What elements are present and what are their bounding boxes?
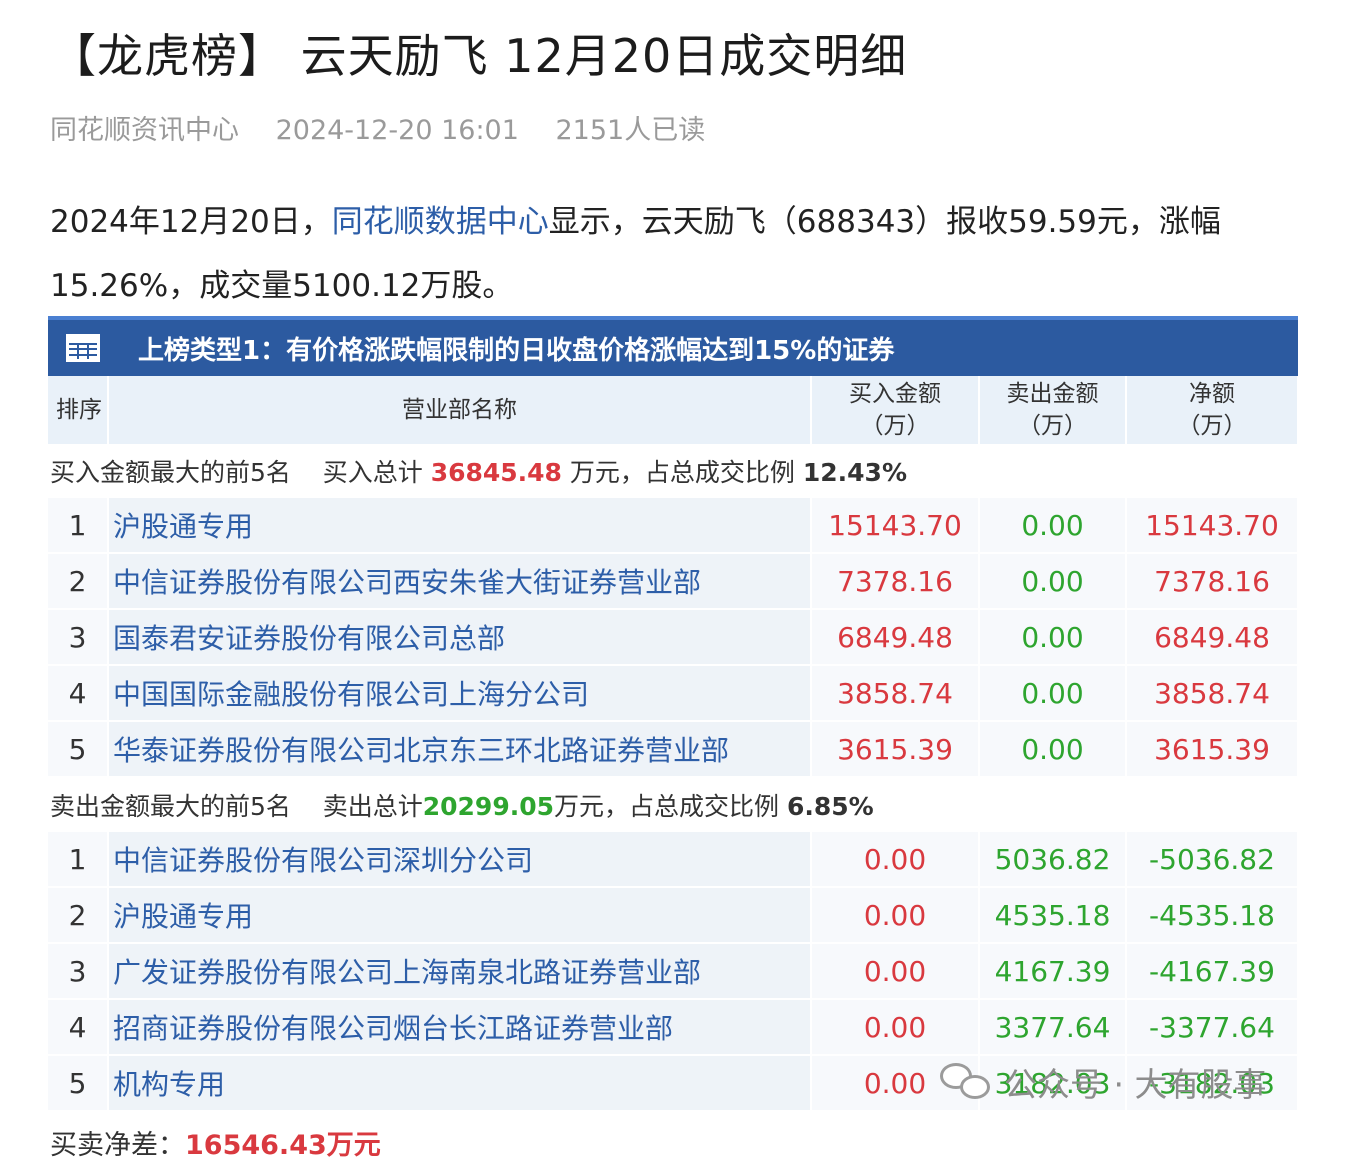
header-rank: 排序: [48, 376, 109, 444]
broker-name-link[interactable]: 华泰证券股份有限公司北京东三环北路证券营业部: [108, 721, 812, 778]
row-rank: 5: [48, 1055, 109, 1112]
sell-amount: 4167.39: [979, 943, 1127, 1000]
net-amount: -5036.82: [1126, 832, 1299, 888]
sell-amount: 0.00: [979, 721, 1127, 778]
buy-ratio: 12.43%: [802, 458, 908, 487]
sell-amount: 4535.18: [979, 887, 1127, 944]
buy-total-unit: 万元，占总成交比例: [569, 458, 795, 487]
table-row: 2 沪股通专用 0.00 4535.18 -4535.18: [48, 887, 1299, 944]
buy-amount: 0.00: [811, 943, 980, 1000]
table-banner: 上榜类型1：有价格涨跌幅限制的日收盘价格涨幅达到15%的证券: [48, 316, 1298, 376]
table-row: 1 中信证券股份有限公司深圳分公司 0.00 5036.82 -5036.82: [48, 832, 1299, 888]
article-summary: 2024年12月20日，同花顺数据中心显示，云天励飞（688343）报收59.5…: [50, 190, 1280, 318]
row-rank: 5: [48, 721, 109, 778]
buy-amount: 0.00: [811, 999, 980, 1056]
net-diff-value: 16546.43万元: [185, 1129, 381, 1161]
sell-total-value: 20299.05: [422, 792, 554, 821]
broker-name-link[interactable]: 沪股通专用: [108, 887, 812, 944]
sell-total-unit: 万元，占总成交比例: [554, 792, 780, 821]
sell-amount: 0.00: [979, 609, 1127, 666]
table-row: 4 招商证券股份有限公司烟台长江路证券营业部 0.00 3377.64 -3377.64: [48, 999, 1299, 1056]
article-source[interactable]: 同花顺资讯中心: [50, 115, 239, 146]
sell-amount: 0.00: [979, 498, 1127, 554]
buy-amount: 3615.39: [811, 721, 980, 778]
dragon-tiger-table: 上榜类型1：有价格涨跌幅限制的日收盘价格涨幅达到15%的证券 排序 营业部名称 …: [48, 316, 1299, 1172]
header-buy: 买入金额 （万）: [811, 376, 980, 444]
table-row: 3 广发证券股份有限公司上海南泉北路证券营业部 0.00 4167.39 -4167.3…: [48, 943, 1299, 1000]
buy-total-label: 买入总计: [322, 458, 423, 487]
table-row: 2 中信证券股份有限公司西安朱雀大街证券营业部 7378.16 0.00 7378.16: [48, 553, 1299, 610]
table-row: 3 国泰君安证券股份有限公司总部 6849.48 0.00 6849.48: [48, 609, 1299, 666]
net-diff-label: 买卖净差：: [50, 1129, 185, 1161]
row-rank: 3: [48, 609, 109, 666]
table-row: 1 沪股通专用 15143.70 0.00 15143.70: [48, 498, 1299, 554]
table-header-row: 排序 营业部名称 买入金额 （万） 卖出金额 （万） 净额 （万）: [48, 376, 1299, 444]
buy-amount: 0.00: [811, 832, 980, 888]
summary-text-1: 2024年12月20日，: [50, 204, 332, 240]
row-rank: 2: [48, 553, 109, 610]
sell-amount: 0.00: [979, 553, 1127, 610]
sell-amount: 5036.82: [979, 832, 1127, 888]
wechat-watermark: 公众号 · 大有股事: [940, 1058, 1266, 1106]
buy-amount: 15143.70: [811, 498, 980, 554]
sell-amount: 3377.64: [979, 999, 1127, 1056]
net-amount: 3615.39: [1126, 721, 1299, 778]
net-amount: -4535.18: [1126, 887, 1299, 944]
buy-amount: 0.00: [811, 887, 980, 944]
buy-total-value: 36845.48: [430, 458, 562, 487]
table-row: 4 中国国际金融股份有限公司上海分公司 3858.74 0.00 3858.74: [48, 665, 1299, 722]
table-row: 5 华泰证券股份有限公司北京东三环北路证券营业部 3615.39 0.00 3615.3…: [48, 721, 1299, 778]
article-reads: 2151人已读: [555, 115, 706, 146]
wechat-icon: [940, 1061, 992, 1103]
broker-name-link[interactable]: 中国国际金融股份有限公司上海分公司: [108, 665, 812, 722]
data-center-link[interactable]: 同花顺数据中心: [332, 204, 549, 240]
net-amount: 7378.16: [1126, 553, 1299, 610]
row-rank: 1: [48, 832, 109, 888]
buy-amount: 3858.74: [811, 665, 980, 722]
table-grid-icon: [66, 334, 100, 362]
buy-section-summary: 买入金额最大的前5名 买入总计 36845.48 万元，占总成交比例 12.43…: [48, 444, 1298, 498]
net-amount: -4167.39: [1126, 943, 1299, 1000]
sell-ratio: 6.85%: [786, 792, 874, 821]
row-rank: 1: [48, 498, 109, 554]
net-amount: 3858.74: [1126, 665, 1299, 722]
row-rank: 4: [48, 999, 109, 1056]
sell-section-summary: 卖出金额最大的前5名 卖出总计20299.05万元，占总成交比例 6.85%: [48, 777, 1298, 832]
broker-name-link[interactable]: 机构专用: [108, 1055, 812, 1112]
header-sell: 卖出金额 （万）: [979, 376, 1127, 444]
net-diff-row: 买卖净差：16546.43万元: [48, 1111, 1298, 1172]
buy-amount: 6849.48: [811, 609, 980, 666]
sell-section-label: 卖出金额最大的前5名: [50, 792, 291, 821]
row-rank: 4: [48, 665, 109, 722]
net-amount: 6849.48: [1126, 609, 1299, 666]
net-diff-cell: 买卖净差：16546.43万元: [48, 1111, 1298, 1172]
broker-name-link[interactable]: 沪股通专用: [108, 498, 812, 554]
sell-amount: 0.00: [979, 665, 1127, 722]
net-amount: -3377.64: [1126, 999, 1299, 1056]
broker-name-link[interactable]: 广发证券股份有限公司上海南泉北路证券营业部: [108, 943, 812, 1000]
net-amount: 15143.70: [1126, 498, 1299, 554]
trade-detail-table: 排序 营业部名称 买入金额 （万） 卖出金额 （万） 净额 （万） 买入金额最大的前5…: [48, 376, 1299, 1172]
header-net: 净额 （万）: [1126, 376, 1299, 444]
banner-title: 上榜类型1：有价格涨跌幅限制的日收盘价格涨幅达到15%的证券: [138, 335, 895, 366]
watermark-text: 公众号 · 大有股事: [1004, 1065, 1267, 1104]
row-rank: 2: [48, 887, 109, 944]
buy-section-row: 买入金额最大的前5名 买入总计 36845.48 万元，占总成交比例 12.43…: [48, 444, 1298, 498]
sell-total-label: 卖出总计: [322, 792, 423, 821]
header-name: 营业部名称: [108, 376, 812, 444]
broker-name-link[interactable]: 招商证券股份有限公司烟台长江路证券营业部: [108, 999, 812, 1056]
article-datetime: 2024-12-20 16:01: [275, 115, 519, 146]
broker-name-link[interactable]: 中信证券股份有限公司西安朱雀大街证券营业部: [108, 553, 812, 610]
broker-name-link[interactable]: 中信证券股份有限公司深圳分公司: [108, 832, 812, 888]
buy-amount: 7378.16: [811, 553, 980, 610]
article-meta: 同花顺资讯中心 2024-12-20 16:01 2151人已读: [50, 108, 733, 147]
sell-section-row: 卖出金额最大的前5名 卖出总计20299.05万元，占总成交比例 6.85%: [48, 777, 1298, 832]
broker-name-link[interactable]: 国泰君安证券股份有限公司总部: [108, 609, 812, 666]
buy-section-label: 买入金额最大的前5名: [50, 458, 291, 487]
row-rank: 3: [48, 943, 109, 1000]
article-title: 【龙虎榜】 云天励飞 12月20日成交明细: [50, 29, 908, 83]
